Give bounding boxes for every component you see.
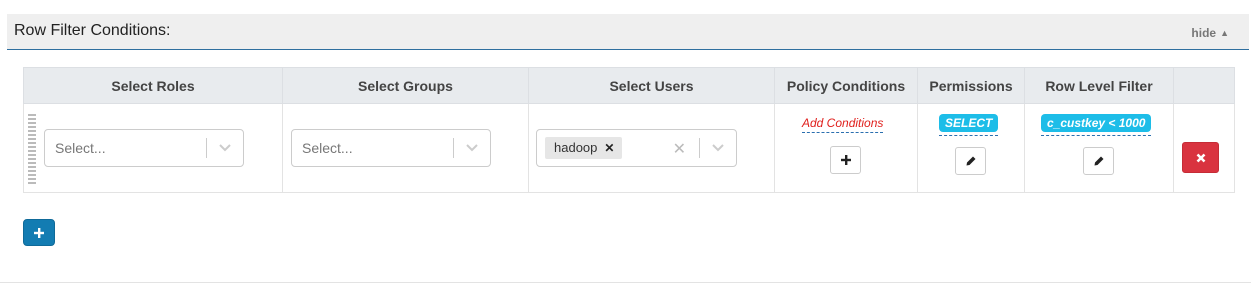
header-select-groups: Select Groups	[282, 67, 529, 104]
pencil-icon	[1094, 156, 1103, 166]
user-tag: hadoop ✕	[545, 137, 623, 159]
plus-icon	[840, 155, 851, 165]
chevron-down-icon[interactable]	[711, 143, 725, 153]
cell-roles: Select...	[23, 103, 283, 193]
cell-permissions: SELECT	[917, 103, 1025, 193]
cell-policy-conditions: Add Conditions	[774, 103, 918, 193]
chevron-down-icon[interactable]	[218, 143, 232, 153]
select-separator	[206, 138, 207, 158]
row-filter-table: Select Roles Select Groups Select Users …	[23, 67, 1235, 193]
row-filter-panel-header: Row Filter Conditions: hide ▲	[7, 14, 1249, 50]
pencil-icon	[966, 156, 975, 166]
panel-title: Row Filter Conditions:	[14, 22, 171, 39]
header-row-level-filter: Row Level Filter	[1024, 67, 1174, 104]
roles-select[interactable]: Select...	[44, 129, 244, 167]
roles-select-placeholder: Select...	[55, 140, 106, 156]
permission-badge: SELECT	[939, 114, 999, 132]
user-tag-label: hadoop	[554, 140, 598, 155]
permissions-link[interactable]: SELECT	[939, 114, 999, 136]
cell-users: hadoop ✕ ✕	[528, 103, 775, 193]
select-separator	[699, 138, 700, 158]
header-policy-conditions: Policy Conditions	[774, 67, 918, 104]
groups-select-placeholder: Select...	[302, 140, 353, 156]
users-select[interactable]: hadoop ✕ ✕	[536, 129, 737, 167]
drag-handle[interactable]	[28, 114, 36, 184]
caret-up-icon: ▲	[1220, 28, 1229, 38]
edit-permissions-button[interactable]	[955, 147, 986, 175]
select-separator	[453, 138, 454, 158]
hide-toggle-label: hide	[1191, 26, 1217, 40]
close-icon	[1196, 153, 1205, 162]
cell-actions	[1173, 103, 1235, 193]
row-filter-badge: c_custkey < 1000	[1041, 114, 1152, 132]
table-row: Select... Select... hadoop ✕ ✕ Add Condi…	[23, 103, 1235, 193]
hide-toggle[interactable]: hide ▲	[1191, 26, 1229, 40]
clear-icon[interactable]: ✕	[673, 139, 686, 159]
remove-tag-icon[interactable]: ✕	[604, 141, 614, 155]
header-select-roles: Select Roles	[23, 67, 283, 104]
edit-row-filter-button[interactable]	[1083, 147, 1114, 175]
header-actions	[1173, 67, 1235, 104]
table-header-row: Select Roles Select Groups Select Users …	[23, 67, 1235, 104]
add-conditions-link[interactable]: Add Conditions	[802, 116, 884, 133]
header-select-users: Select Users	[528, 67, 775, 104]
header-permissions: Permissions	[917, 67, 1025, 104]
add-condition-button[interactable]	[830, 146, 861, 174]
cell-groups: Select...	[282, 103, 529, 193]
plus-icon	[34, 227, 44, 238]
cell-row-level-filter: c_custkey < 1000	[1024, 103, 1174, 193]
delete-row-button[interactable]	[1182, 142, 1219, 173]
divider	[0, 282, 1251, 283]
groups-select[interactable]: Select...	[291, 129, 491, 167]
add-row-button[interactable]	[23, 219, 55, 246]
chevron-down-icon[interactable]	[465, 143, 479, 153]
row-filter-link[interactable]: c_custkey < 1000	[1041, 114, 1152, 136]
